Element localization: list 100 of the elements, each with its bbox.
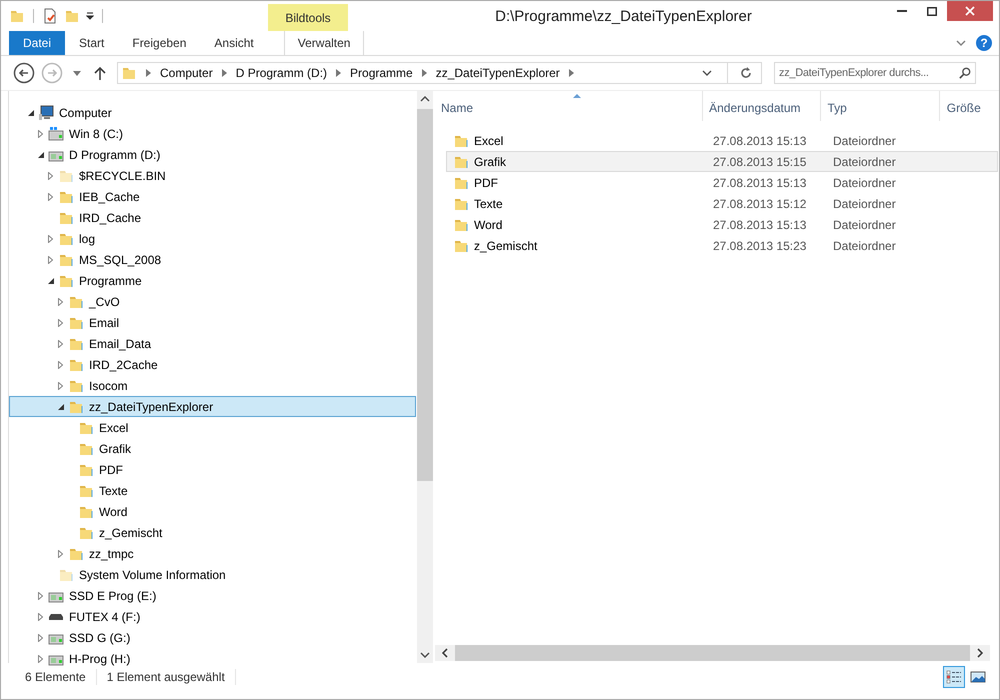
refresh-icon[interactable]: [739, 66, 753, 80]
item-count: 6 Elemente: [25, 670, 86, 684]
tree-item[interactable]: Isocom: [9, 375, 417, 396]
file-type: Dateiordner: [833, 238, 897, 252]
column-header[interactable]: Änderungsdatum: [703, 91, 822, 121]
tree-item[interactable]: Programme: [9, 270, 417, 291]
close-icon: [965, 6, 975, 16]
collapse-arrow-icon[interactable]: [37, 150, 45, 158]
tree-item[interactable]: FUTEX 4 (F:): [9, 606, 417, 627]
tree-item[interactable]: Win 8 (C:): [9, 123, 417, 144]
tree-item[interactable]: log: [9, 228, 417, 249]
file-row[interactable]: Excel 27.08.2013 15:13 Dateiordner: [446, 130, 998, 151]
tree-item[interactable]: IRD_Cache: [9, 207, 417, 228]
vertical-scrollbar[interactable]: [417, 91, 433, 663]
ribbon-tab[interactable]: Freigeben: [118, 31, 200, 55]
expand-arrow-icon[interactable]: [37, 634, 45, 642]
tree-item[interactable]: PDF: [9, 459, 417, 480]
breadcrumb[interactable]: Computer: [160, 66, 213, 80]
address-bar[interactable]: Computer D Programm (D:) Programme zz_DateiTypenExplorer: [117, 62, 762, 84]
picture-icon: [970, 670, 986, 684]
tree-item[interactable]: zz_DateiTypenExplorer: [9, 396, 416, 417]
tree-item[interactable]: D Programm (D:): [9, 144, 417, 165]
ribbon-tab[interactable]: Ansicht: [200, 31, 268, 55]
tree-item[interactable]: Email: [9, 312, 417, 333]
up-arrow-icon[interactable]: [94, 66, 106, 80]
breadcrumb[interactable]: Programme: [350, 66, 413, 80]
column-header[interactable]: Typ: [821, 91, 940, 121]
expand-arrow-icon[interactable]: [57, 340, 65, 348]
tree-item[interactable]: MS_SQL_2008: [9, 249, 417, 270]
column-header[interactable]: Größe: [940, 91, 999, 121]
expand-arrow-icon[interactable]: [57, 382, 65, 390]
modified-date: 27.08.2013 15:12: [713, 196, 808, 210]
tree-item[interactable]: IEB_Cache: [9, 186, 417, 207]
expand-arrow-icon[interactable]: [37, 654, 45, 662]
tree-item[interactable]: zz_tmpc: [9, 543, 417, 564]
tree-item[interactable]: Email_Data: [9, 333, 417, 354]
tree-item[interactable]: H-Prog (H:): [9, 648, 417, 669]
file-name: PDF: [474, 176, 498, 190]
ribbon-tab[interactable]: Start: [65, 31, 118, 55]
tree-item[interactable]: Computer: [9, 102, 417, 123]
scroll-down-icon[interactable]: [420, 652, 430, 658]
expand-arrow-icon[interactable]: [57, 298, 65, 306]
tree-item[interactable]: Texte: [9, 480, 417, 501]
expand-arrow-icon[interactable]: [37, 130, 45, 138]
close-button[interactable]: [947, 1, 993, 21]
collapse-arrow-icon[interactable]: [27, 108, 35, 116]
chevron-icon[interactable]: [422, 69, 427, 77]
file-type: Dateiordner: [833, 176, 897, 190]
details-view-button[interactable]: [943, 666, 965, 688]
tree-item[interactable]: Grafik: [9, 438, 417, 459]
file-name: z_Gemischt: [474, 238, 538, 252]
tree-item[interactable]: IRD_2Cache: [9, 354, 417, 375]
dropdown-icon[interactable]: [702, 70, 712, 76]
tree-item[interactable]: _CvO: [9, 291, 417, 312]
chevron-icon[interactable]: [336, 69, 342, 77]
expand-arrow-icon[interactable]: [47, 256, 55, 264]
expand-arrow-icon[interactable]: [57, 318, 65, 326]
chevron-icon[interactable]: [146, 69, 151, 77]
ribbon-tab[interactable]: Datei: [9, 31, 66, 55]
scroll-right-icon[interactable]: [977, 648, 983, 658]
file-row[interactable]: Texte 27.08.2013 15:12 Dateiordner: [446, 193, 998, 214]
expand-arrow-icon[interactable]: [37, 592, 45, 600]
tree-item[interactable]: z_Gemischt: [9, 522, 417, 543]
file-row[interactable]: Word 27.08.2013 15:13 Dateiordner: [446, 214, 998, 235]
selection-info: 1 Element ausgewählt: [106, 670, 225, 684]
collapse-arrow-icon[interactable]: [47, 276, 55, 284]
properties-icon[interactable]: [42, 8, 58, 24]
expand-arrow-icon[interactable]: [47, 192, 55, 200]
customize-caret-icon[interactable]: [86, 12, 94, 20]
tree-item[interactable]: SSD G (G:): [9, 627, 417, 648]
breadcrumb[interactable]: D Programm (D:): [236, 66, 328, 80]
window-title: D:\Programme\zz_DateiTypenExplorer: [494, 8, 753, 25]
file-row[interactable]: PDF 27.08.2013 15:13 Dateiordner: [446, 172, 998, 193]
file-row[interactable]: Grafik 27.08.2013 15:15 Dateiordner: [446, 151, 998, 172]
recent-caret-icon[interactable]: [73, 70, 81, 76]
help-button[interactable]: ?: [976, 35, 992, 51]
back-button[interactable]: [13, 62, 35, 84]
scroll-up-icon[interactable]: [420, 96, 430, 102]
tree-item[interactable]: SSD E Prog (E:): [9, 585, 417, 606]
expand-arrow-icon[interactable]: [47, 172, 55, 180]
ribbon-tab[interactable]: Verwalten: [284, 31, 364, 55]
tree-item[interactable]: Excel: [9, 417, 417, 438]
file-row[interactable]: z_Gemischt 27.08.2013 15:23 Dateiordner: [446, 235, 998, 256]
expand-ribbon-icon[interactable]: [956, 38, 966, 48]
expand-arrow-icon[interactable]: [57, 550, 65, 558]
search-field[interactable]: zz_DateiTypenExplorer durchs...: [774, 62, 976, 84]
tree-item[interactable]: $RECYCLE.BIN: [9, 165, 417, 186]
chevron-icon[interactable]: [222, 69, 227, 77]
tree-item[interactable]: System Volume Information: [9, 564, 417, 585]
search-icon: [959, 67, 971, 79]
breadcrumb[interactable]: zz_DateiTypenExplorer: [436, 66, 560, 80]
expand-arrow-icon[interactable]: [57, 360, 65, 368]
expand-arrow-icon[interactable]: [37, 612, 45, 620]
tree-item[interactable]: Word: [9, 501, 417, 522]
collapse-arrow-icon[interactable]: [57, 402, 65, 410]
scroll-left-icon[interactable]: [442, 648, 448, 658]
expand-arrow-icon[interactable]: [47, 234, 55, 242]
chevron-icon[interactable]: [568, 69, 574, 77]
scrollbar-thumb[interactable]: [417, 109, 433, 481]
file-type: Dateiordner: [833, 218, 897, 232]
